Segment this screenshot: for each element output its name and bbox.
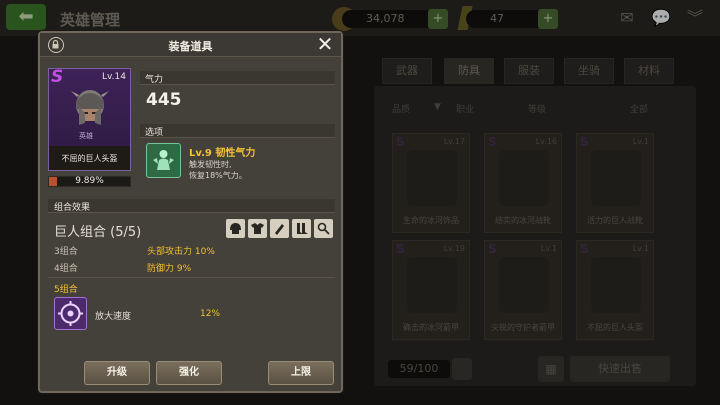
modal-title: 装备道具	[168, 40, 213, 53]
five-combo-effect: 放大速度	[95, 312, 132, 322]
limit-button[interactable]: 上限	[268, 361, 334, 385]
gloves-slot-icon[interactable]	[270, 219, 289, 238]
set-effect-header: 组合效果	[48, 199, 335, 213]
combo-bonus: 防御力 9%	[147, 264, 192, 274]
progress-text: 9.89%	[75, 176, 104, 186]
rank-badge: S	[51, 67, 64, 87]
item-portrait: S Lv.14 英雄 不屈的巨人头盔	[48, 67, 131, 171]
skill-desc-line: 恢复18%气力。	[189, 171, 247, 180]
stat-label: 气力	[145, 75, 164, 85]
item-level: Lv.14	[102, 72, 126, 82]
accessory-slot-icon[interactable]	[314, 219, 333, 238]
divider	[48, 277, 335, 278]
progress-bar: 9.89%	[48, 176, 131, 187]
armor-slot-icon[interactable]	[248, 219, 267, 238]
helmet-slot-icon[interactable]	[226, 219, 245, 238]
five-combo-value: 12%	[200, 309, 221, 319]
combo-bonus: 头部攻击力 10%	[147, 247, 215, 257]
option-label: 选项	[145, 128, 164, 138]
close-icon[interactable]: ✕	[315, 34, 335, 55]
modal-header: 装备道具 ✕	[40, 33, 341, 57]
skill-desc-line: 触发韧性时,	[189, 160, 232, 169]
hero-tag: 英雄	[79, 132, 93, 140]
option-header: 选项	[140, 124, 335, 138]
enhance-button[interactable]: 强化	[156, 361, 222, 385]
five-combo-label: 5组合	[54, 285, 78, 295]
speed-boost-icon[interactable]	[54, 297, 87, 330]
set-effect-label: 组合效果	[54, 203, 91, 213]
stat-value: 445	[146, 90, 182, 110]
set-name: 巨人组合 (5/5)	[54, 225, 142, 240]
helmet-icon	[71, 90, 109, 125]
equipment-modal: 装备道具 ✕ S Lv.14 英雄 不屈的巨人头盔 9.89% 气力 445 选…	[38, 31, 343, 393]
skill-description: 触发韧性时, 恢复18%气力。	[189, 159, 329, 181]
stat-header: 气力	[140, 71, 335, 85]
toughness-skill-icon[interactable]	[146, 143, 181, 178]
combo-label: 4组合	[54, 264, 78, 274]
item-name: 不屈的巨人头盔	[61, 154, 118, 163]
boots-slot-icon[interactable]	[292, 219, 311, 238]
skill-name: Lv.9 韧性气力	[189, 148, 256, 159]
upgrade-button[interactable]: 升级	[84, 361, 150, 385]
combo-label: 3组合	[54, 247, 78, 257]
